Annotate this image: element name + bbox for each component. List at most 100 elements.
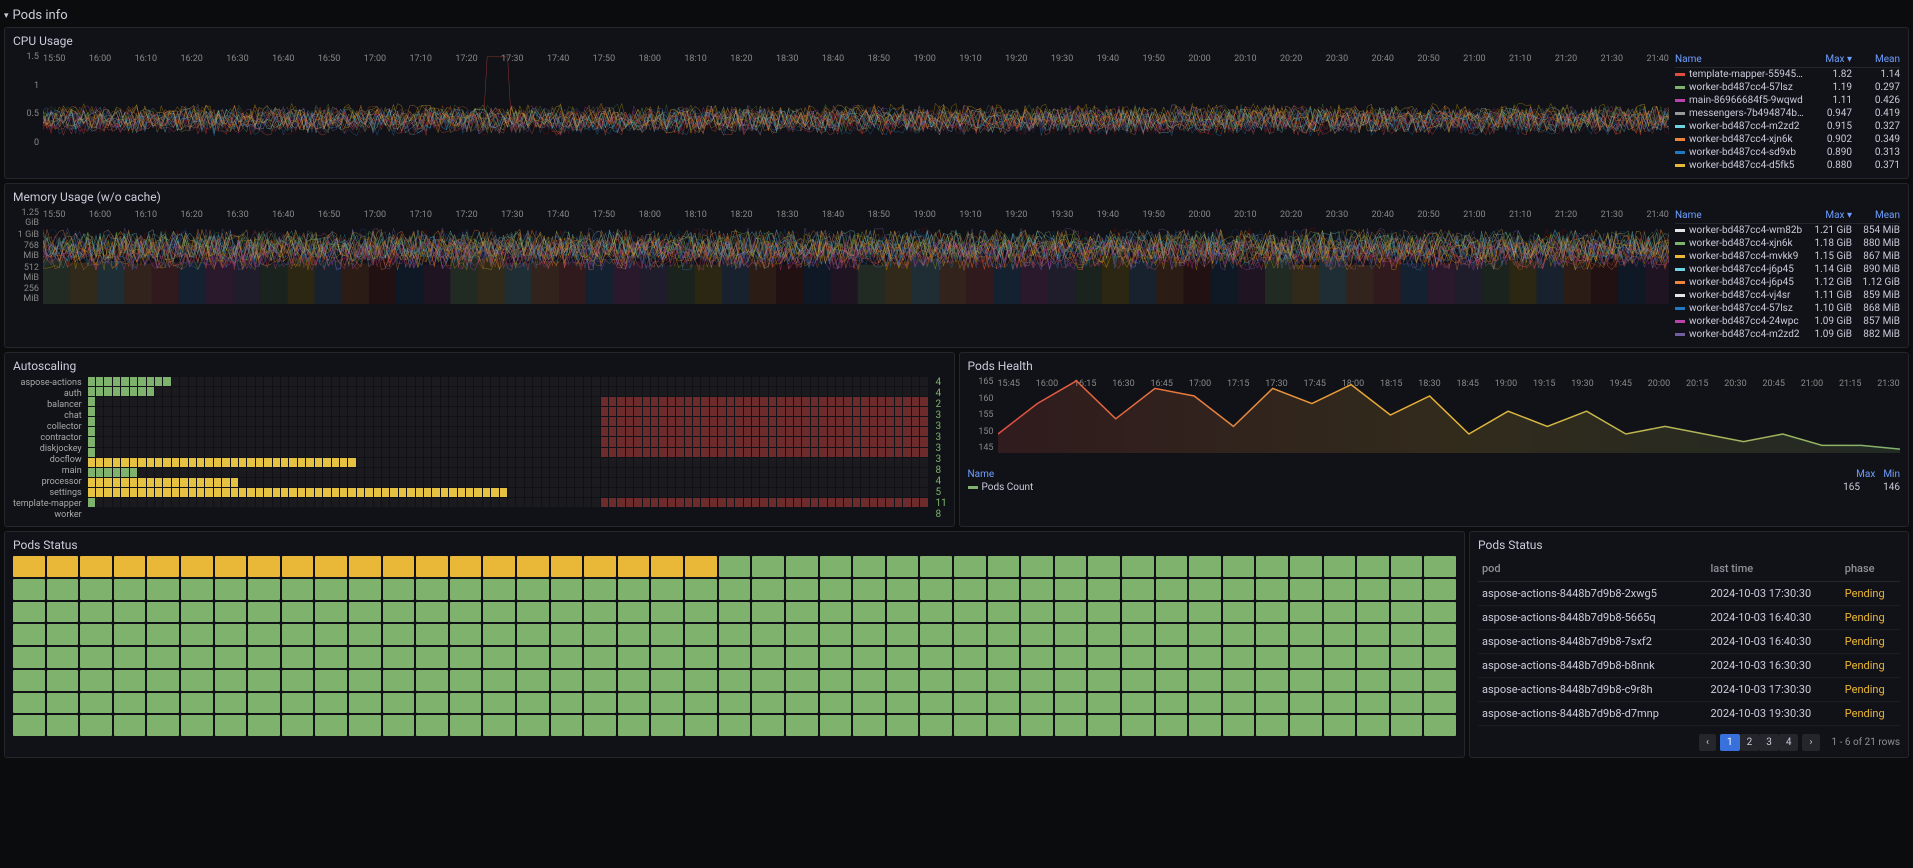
heatmap-cell[interactable] — [222, 448, 229, 457]
heatmap-cell[interactable] — [449, 437, 456, 446]
pod-cell[interactable] — [618, 556, 650, 577]
heatmap-cell[interactable] — [895, 377, 902, 386]
pod-cell[interactable] — [13, 624, 45, 645]
heatmap-cell[interactable] — [685, 458, 692, 467]
heatmap-cell[interactable] — [769, 448, 776, 457]
heatmap-cell[interactable] — [794, 427, 801, 436]
heatmap-cell[interactable] — [231, 458, 238, 467]
heatmap-cell[interactable] — [298, 427, 305, 436]
heatmap-cell[interactable] — [567, 458, 574, 467]
heatmap-cell[interactable] — [147, 448, 154, 457]
pod-cell[interactable] — [1256, 715, 1288, 736]
heatmap-cell[interactable] — [542, 468, 549, 477]
heatmap-cell[interactable] — [222, 468, 229, 477]
pod-cell[interactable] — [483, 647, 515, 668]
legend-min-header[interactable]: Min — [1883, 469, 1900, 480]
pod-cell[interactable] — [988, 670, 1020, 691]
pod-cell[interactable] — [1021, 647, 1053, 668]
heatmap-cell[interactable] — [617, 458, 624, 467]
heatmap-cell[interactable] — [777, 488, 784, 497]
pod-cell[interactable] — [349, 624, 381, 645]
heatmap-cell[interactable] — [533, 488, 540, 497]
heatmap-cell[interactable] — [113, 387, 120, 396]
heatmap-cell[interactable] — [744, 437, 751, 446]
heatmap-cell[interactable] — [559, 377, 566, 386]
heatmap-cell[interactable] — [399, 488, 406, 497]
pod-cell[interactable] — [517, 556, 549, 577]
pod-cell[interactable] — [1156, 715, 1188, 736]
heatmap-cell[interactable] — [735, 387, 742, 396]
heatmap-cell[interactable] — [744, 478, 751, 487]
heatmap-cell[interactable] — [483, 478, 490, 487]
col-pod[interactable]: pod — [1478, 556, 1706, 582]
heatmap-cell[interactable] — [836, 488, 843, 497]
heatmap-cell[interactable] — [416, 397, 423, 406]
heatmap-cell[interactable] — [508, 407, 515, 416]
pod-cell[interactable] — [1088, 556, 1120, 577]
heatmap-cell[interactable] — [701, 437, 708, 446]
heatmap-cell[interactable] — [323, 458, 330, 467]
heatmap-cell[interactable] — [104, 387, 111, 396]
heatmap-cell[interactable] — [289, 407, 296, 416]
heatmap-cell[interactable] — [374, 417, 381, 426]
heatmap-cell[interactable] — [508, 427, 515, 436]
pod-cell[interactable] — [685, 624, 717, 645]
heatmap-cell[interactable] — [222, 437, 229, 446]
heatmap-cell[interactable] — [197, 377, 204, 386]
heatmap-cell[interactable] — [870, 488, 877, 497]
pod-cell[interactable] — [1290, 715, 1322, 736]
heatmap-cell[interactable] — [895, 448, 902, 457]
heatmap-cell[interactable] — [584, 407, 591, 416]
heatmap-cell[interactable] — [575, 488, 582, 497]
pod-cell[interactable] — [450, 715, 482, 736]
heatmap-cell[interactable] — [147, 387, 154, 396]
heatmap-cell[interactable] — [390, 407, 397, 416]
pod-cell[interactable] — [315, 602, 347, 623]
pods-health-chart[interactable]: 165160155150145 15:4516:0016:1516:3016:4… — [968, 377, 1901, 467]
heatmap-cell[interactable] — [760, 397, 767, 406]
heatmap-cell[interactable] — [550, 488, 557, 497]
heatmap-cell[interactable] — [231, 387, 238, 396]
heatmap-cell[interactable] — [332, 498, 339, 507]
pod-cell[interactable] — [114, 602, 146, 623]
heatmap-cell[interactable] — [802, 448, 809, 457]
heatmap-cell[interactable] — [273, 427, 280, 436]
pod-cell[interactable] — [349, 579, 381, 600]
pod-cell[interactable] — [584, 715, 616, 736]
heatmap-cell[interactable] — [155, 417, 162, 426]
heatmap-cell[interactable] — [819, 387, 826, 396]
heatmap-cell[interactable] — [617, 407, 624, 416]
pod-cell[interactable] — [450, 693, 482, 714]
heatmap-cell[interactable] — [769, 387, 776, 396]
heatmap-cell[interactable] — [264, 478, 271, 487]
pod-cell[interactable] — [1189, 670, 1221, 691]
pod-cell[interactable] — [820, 715, 852, 736]
heatmap-cell[interactable] — [298, 478, 305, 487]
heatmap-cell[interactable] — [323, 407, 330, 416]
heatmap-cell[interactable] — [189, 387, 196, 396]
heatmap-cell[interactable] — [870, 387, 877, 396]
heatmap-cell[interactable] — [416, 468, 423, 477]
heatmap-cell[interactable] — [491, 387, 498, 396]
pod-cell[interactable] — [13, 602, 45, 623]
heatmap-cell[interactable] — [180, 437, 187, 446]
heatmap-cell[interactable] — [407, 397, 414, 406]
heatmap-cell[interactable] — [104, 448, 111, 457]
heatmap-cell[interactable] — [289, 448, 296, 457]
heatmap-cell[interactable] — [693, 448, 700, 457]
pod-cell[interactable] — [551, 624, 583, 645]
autoscaling-heatmap[interactable] — [88, 377, 928, 507]
heatmap-cell[interactable] — [104, 478, 111, 487]
pod-cell[interactable] — [416, 602, 448, 623]
heatmap-cell[interactable] — [113, 397, 120, 406]
pod-cell[interactable] — [1189, 693, 1221, 714]
heatmap-cell[interactable] — [811, 448, 818, 457]
heatmap-cell[interactable] — [332, 407, 339, 416]
heatmap-cell[interactable] — [172, 437, 179, 446]
heatmap-cell[interactable] — [315, 407, 322, 416]
heatmap-cell[interactable] — [575, 437, 582, 446]
heatmap-cell[interactable] — [769, 458, 776, 467]
heatmap-cell[interactable] — [853, 478, 860, 487]
heatmap-cell[interactable] — [802, 478, 809, 487]
pod-cell[interactable] — [551, 693, 583, 714]
